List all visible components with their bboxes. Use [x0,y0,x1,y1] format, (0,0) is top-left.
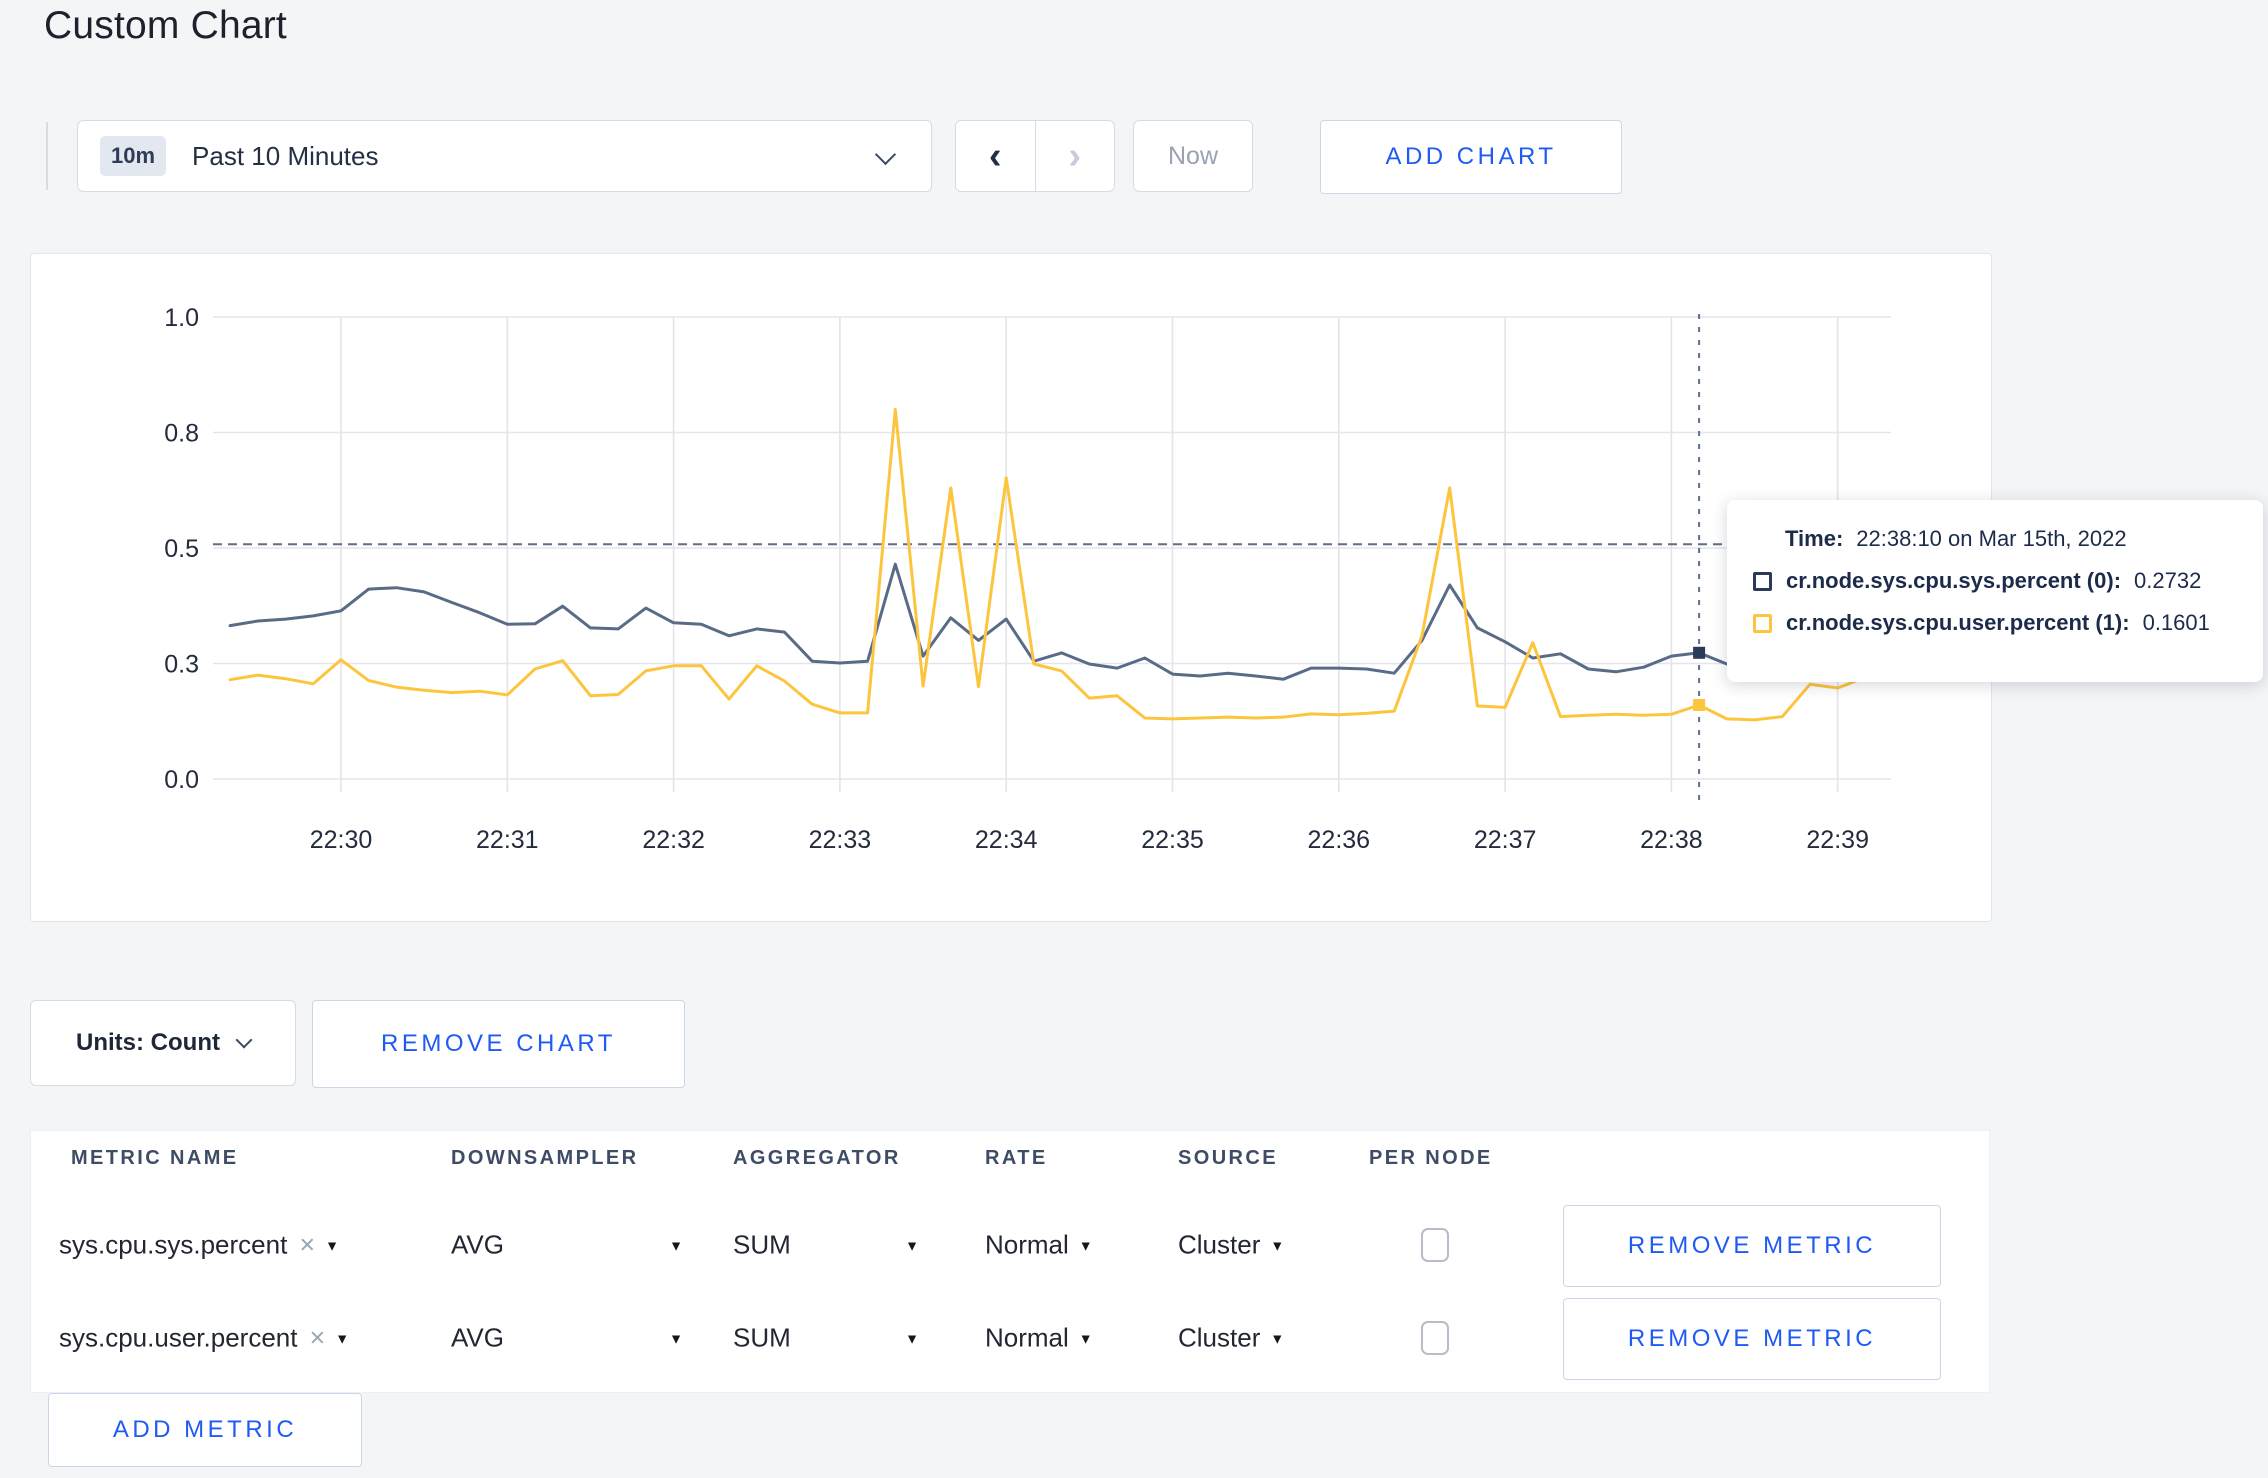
tooltip-series-value: 0.1601 [2142,610,2210,635]
tooltip-time-label: Time: [1785,526,1844,551]
remove-tag-icon[interactable]: × [299,1230,315,1261]
chevron-down-icon [874,143,897,166]
caret-down-icon: ▼ [1270,1237,1285,1253]
svg-text:22:33: 22:33 [809,826,872,854]
source-select[interactable]: Cluster ▼ [1178,1323,1284,1354]
tooltip-time-row: Time: 22:38:10 on Mar 15th, 2022 [1785,526,2263,552]
svg-text:22:35: 22:35 [1141,826,1204,854]
metric-name-value: sys.cpu.user.percent [59,1322,298,1353]
svg-text:0.5: 0.5 [164,535,199,563]
table-row: sys.cpu.sys.percent × ▼ AVG ▼ SUM ▼ Norm… [31,1205,1989,1287]
downsampler-select[interactable]: AVG ▼ [451,1230,683,1261]
downsampler-select[interactable]: AVG ▼ [451,1323,683,1354]
caret-down-icon: ▼ [669,1237,683,1253]
time-pager: ‹ › [955,120,1115,192]
now-button[interactable]: Now [1133,120,1253,192]
downsampler-value: AVG [451,1322,504,1353]
chart-card: 0.0 0.3 0.5 0.8 1.0 22:30 22:31 22:32 22:33 22:34… [30,253,1992,922]
source-select[interactable]: Cluster ▼ [1178,1230,1284,1261]
aggregator-select[interactable]: SUM ▼ [733,1323,919,1354]
chevron-down-icon [235,1031,253,1049]
add-metric-button[interactable]: ADD METRIC [48,1393,362,1467]
previous-time-button[interactable]: ‹ [956,121,1036,191]
remove-metric-button[interactable]: REMOVE METRIC [1563,1298,1941,1380]
table-row: sys.cpu.user.percent × ▼ AVG ▼ SUM ▼ Nor… [31,1298,1989,1380]
units-select[interactable]: Units: Count [30,1000,296,1086]
svg-text:22:39: 22:39 [1806,826,1869,854]
caret-down-icon: ▼ [905,1330,919,1346]
metric-name-select[interactable]: sys.cpu.sys.percent × ▼ [59,1230,339,1261]
caret-down-icon: ▼ [325,1237,339,1253]
toolbar-divider [46,122,48,190]
metrics-table: METRIC NAME DOWNSAMPLER AGGREGATOR RATE … [30,1130,1990,1393]
source-value: Cluster [1178,1322,1261,1353]
header-rate: RATE [985,1147,1048,1169]
metric-name-select[interactable]: sys.cpu.user.percent × ▼ [59,1323,349,1354]
rate-select[interactable]: Normal ▼ [985,1323,1093,1354]
rate-value: Normal [985,1322,1069,1353]
metric-name-value: sys.cpu.sys.percent [59,1229,288,1260]
svg-text:22:36: 22:36 [1308,826,1371,854]
chevron-right-icon: › [1068,134,1082,177]
svg-text:0.8: 0.8 [164,420,199,448]
caret-down-icon: ▼ [1078,1237,1093,1253]
per-node-checkbox[interactable] [1421,1228,1449,1262]
svg-text:22:38: 22:38 [1640,826,1703,854]
aggregator-select[interactable]: SUM ▼ [733,1230,919,1261]
svg-text:22:37: 22:37 [1474,826,1537,854]
svg-text:22:34: 22:34 [975,826,1038,854]
time-range-label: Past 10 Minutes [192,140,379,171]
caret-down-icon: ▼ [335,1330,350,1346]
time-range-select[interactable]: 10m Past 10 Minutes [77,120,932,192]
downsampler-value: AVG [451,1229,504,1260]
remove-chart-button[interactable]: REMOVE CHART [312,1000,685,1088]
svg-text:22:31: 22:31 [476,826,539,854]
svg-text:0.3: 0.3 [164,651,199,679]
chart-tooltip: Time: 22:38:10 on Mar 15th, 2022 cr.node… [1727,500,2263,682]
header-per-node: PER NODE [1369,1147,1493,1169]
header-downsampler: DOWNSAMPLER [451,1147,639,1169]
tooltip-series-label: cr.node.sys.cpu.sys.percent (0): [1786,568,2122,593]
tooltip-series-row: cr.node.sys.cpu.sys.percent (0): 0.2732 [1753,568,2263,594]
sys-series-swatch-icon [1753,571,1772,591]
caret-down-icon: ▼ [669,1330,683,1346]
chevron-left-icon: ‹ [988,134,1002,177]
add-chart-button[interactable]: ADD CHART [1320,120,1622,194]
units-label: Units: Count [76,1029,220,1056]
svg-text:1.0: 1.0 [164,304,199,332]
source-value: Cluster [1178,1229,1261,1260]
header-aggregator: AGGREGATOR [733,1147,901,1169]
svg-text:0.0: 0.0 [164,766,199,794]
aggregator-value: SUM [733,1229,791,1260]
caret-down-icon: ▼ [1078,1330,1093,1346]
tooltip-series-row: cr.node.sys.cpu.user.percent (1): 0.1601 [1753,610,2263,636]
remove-tag-icon[interactable]: × [309,1323,325,1354]
rate-select[interactable]: Normal ▼ [985,1230,1093,1261]
caret-down-icon: ▼ [905,1237,919,1253]
user-series-swatch-icon [1753,613,1772,633]
svg-text:22:32: 22:32 [642,826,705,854]
remove-metric-button[interactable]: REMOVE METRIC [1563,1205,1941,1287]
svg-text:22:30: 22:30 [310,826,373,854]
tooltip-time-value: 22:38:10 on Mar 15th, 2022 [1856,526,2127,551]
time-range-badge: 10m [100,136,167,176]
aggregator-value: SUM [733,1322,791,1353]
caret-down-icon: ▼ [1270,1330,1285,1346]
per-node-cell [1421,1228,1449,1262]
per-node-checkbox[interactable] [1421,1321,1449,1355]
per-node-cell [1421,1321,1449,1355]
page-title: Custom Chart [44,4,287,47]
next-time-button[interactable]: › [1036,121,1115,191]
header-metric-name: METRIC NAME [71,1147,239,1169]
cpu-percent-chart[interactable]: 0.0 0.3 0.5 0.8 1.0 22:30 22:31 22:32 22:33 22:34… [31,254,1991,921]
tooltip-series-label: cr.node.sys.cpu.user.percent (1): [1786,610,2130,635]
header-source: SOURCE [1178,1147,1278,1169]
rate-value: Normal [985,1229,1069,1260]
tooltip-series-value: 0.2732 [2134,568,2202,593]
